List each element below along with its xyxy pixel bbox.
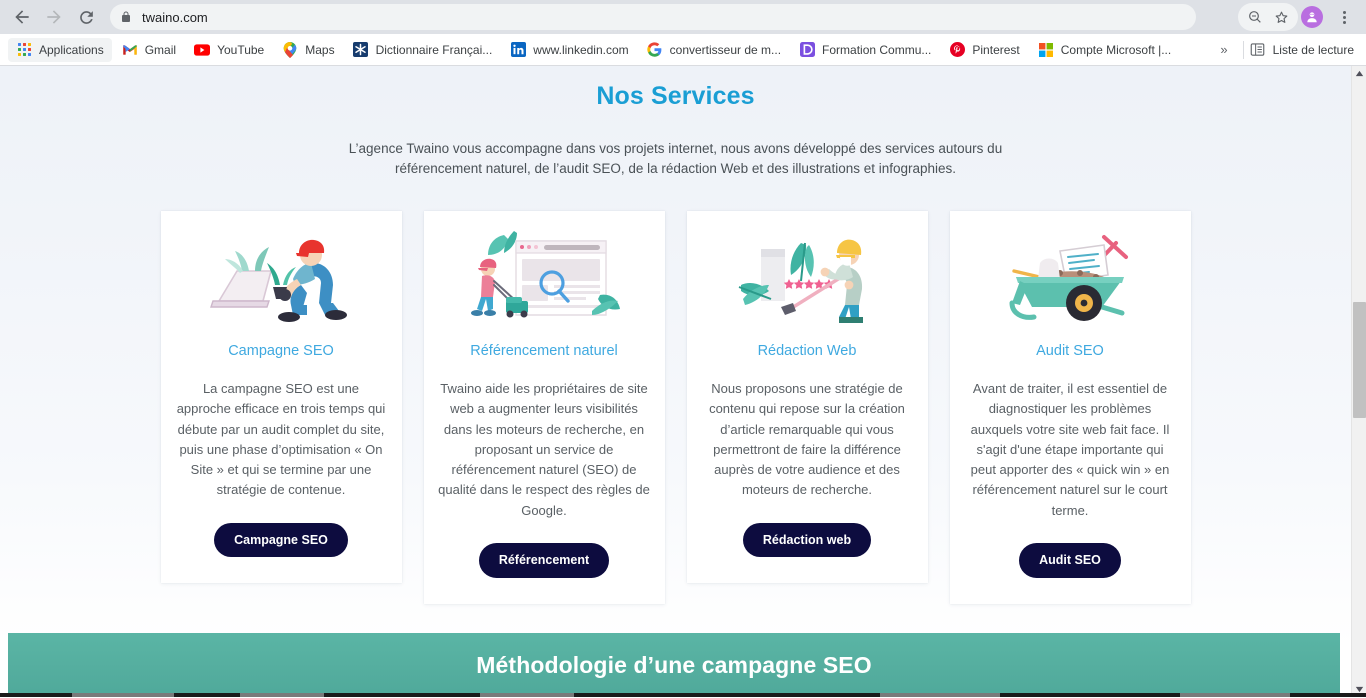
page-viewport: Nos Services L’agence Twaino vous accomp… — [0, 66, 1366, 697]
trimmer-worker-stars-illustration — [717, 225, 897, 329]
reload-icon — [79, 10, 93, 24]
address-bar[interactable]: twaino.com — [110, 4, 1196, 30]
bookmark-maps[interactable]: Maps — [274, 38, 342, 62]
service-card-audit-seo[interactable]: Audit SEO Avant de traiter, il est essen… — [949, 211, 1191, 604]
reading-list-label[interactable]: Liste de lecture — [1273, 43, 1354, 57]
bookmark-label: YouTube — [217, 42, 265, 57]
bookmark-pinterest[interactable]: Pinterest — [941, 38, 1027, 62]
divider — [1242, 40, 1244, 59]
service-card-campagne-seo[interactable]: Campagne SEO La campagne SEO est une app… — [160, 211, 402, 584]
bookmark-label: www.linkedin.com — [533, 42, 629, 57]
card-description: Avant de traiter, il est essentiel de di… — [970, 381, 1170, 518]
bookmark-youtube[interactable]: YouTube — [186, 38, 272, 62]
linkedin-icon — [510, 42, 526, 58]
bookmark-label: Applications — [39, 42, 104, 57]
scrollbar-thumb[interactable] — [1353, 302, 1366, 418]
bookmark-label: Compte Microsoft |... — [1060, 42, 1172, 57]
apps-grid-icon — [16, 42, 32, 58]
dictionary-icon — [353, 42, 369, 58]
bookmark-gmail[interactable]: Gmail — [114, 38, 184, 62]
youtube-icon — [194, 42, 211, 58]
bookmark-linkedin[interactable]: www.linkedin.com — [502, 38, 636, 62]
bookmark-label: Pinterest — [972, 42, 1020, 57]
microsoft-icon — [1038, 42, 1054, 58]
address-bar-url: twaino.com — [142, 9, 208, 25]
browser-chrome: twaino.com Applications Gmail YouTube Ma… — [0, 0, 1366, 66]
service-card-referencement-naturel[interactable]: Référencement naturel Twaino aide les pr… — [423, 211, 665, 604]
bookmark-convertisseur[interactable]: convertisseur de m... — [639, 38, 789, 62]
profile-avatar[interactable] — [1301, 6, 1323, 28]
bookmark-dictionnaire[interactable]: Dictionnaire Françai... — [345, 38, 501, 62]
bookmark-star-icon[interactable] — [1268, 4, 1294, 30]
card-description: Twaino aide les propriétaires de site we… — [438, 381, 650, 518]
card-title: Rédaction Web — [757, 343, 857, 359]
reload-button[interactable] — [72, 3, 100, 31]
audit-seo-button[interactable]: Audit SEO — [1019, 543, 1121, 578]
forward-arrow-icon — [47, 10, 61, 24]
forward-button[interactable] — [40, 3, 68, 31]
bookmark-label: convertisseur de m... — [669, 42, 782, 57]
zoom-out-icon[interactable] — [1242, 4, 1268, 30]
bookmark-label: Maps — [305, 42, 335, 57]
wheelbarrow-laptop-tools-illustration — [980, 225, 1160, 329]
lawnmower-browser-search-illustration — [454, 225, 634, 329]
page-title: Nos Services — [596, 82, 755, 110]
card-title: Référencement naturel — [470, 343, 618, 359]
back-button[interactable] — [8, 3, 36, 31]
formation-icon — [799, 42, 815, 58]
card-description: La campagne SEO est une approche efficac… — [176, 381, 386, 498]
google-maps-icon — [282, 41, 298, 58]
bookmark-formation[interactable]: Formation Commu... — [791, 38, 939, 62]
methodologie-banner: Méthodologie d’une campagne SEO — [8, 633, 1340, 697]
lock-icon — [120, 10, 132, 24]
google-icon — [647, 42, 663, 58]
card-description: Nous proposons une stratégie de contenu … — [709, 381, 905, 498]
card-title: Campagne SEO — [228, 343, 334, 359]
bookmarks-bar: Applications Gmail YouTube Maps Dictionn… — [0, 34, 1366, 66]
scroll-up-arrow-icon[interactable] — [1352, 66, 1366, 81]
omnibox-actions — [1238, 3, 1298, 31]
redaction-web-button[interactable]: Rédaction web — [742, 522, 872, 558]
service-cards-row: Campagne SEO La campagne SEO est une app… — [0, 211, 1351, 604]
bookmark-label: Formation Commu... — [822, 42, 932, 57]
taskbar-sliver — [0, 693, 1366, 697]
bookmark-applications[interactable]: Applications — [8, 37, 112, 62]
back-arrow-icon — [15, 10, 29, 24]
banner-title: Méthodologie d’une campagne SEO — [476, 651, 872, 678]
browser-toolbar: twaino.com — [0, 0, 1366, 34]
bookmark-compte-microsoft[interactable]: Compte Microsoft |... — [1030, 38, 1179, 62]
gmail-icon — [122, 42, 138, 58]
referencement-button[interactable]: Référencement — [478, 543, 610, 578]
bookmarks-overflow-button[interactable]: » — [1210, 42, 1236, 57]
services-section: Nos Services L’agence Twaino vous accomp… — [0, 66, 1351, 697]
card-title: Audit SEO — [1036, 343, 1104, 359]
page-scrollbar[interactable] — [1351, 66, 1366, 697]
pinterest-icon — [949, 42, 965, 58]
bookmark-label: Dictionnaire Françai... — [375, 42, 493, 57]
campagne-seo-button[interactable]: Campagne SEO — [214, 522, 348, 558]
service-card-redaction-web[interactable]: Rédaction Web Nous proposons une stratég… — [686, 211, 928, 584]
chrome-menu-button[interactable] — [1330, 3, 1358, 31]
reading-list-icon[interactable] — [1250, 42, 1266, 58]
kebab-icon — [1342, 10, 1346, 24]
bookmark-label: Gmail — [144, 42, 177, 57]
section-intro-text: L’agence Twaino vous accompagne dans vos… — [348, 141, 1003, 176]
bookmarks-bar-right: » Liste de lecture — [1210, 40, 1358, 59]
gardener-planting-laptop-illustration — [191, 225, 371, 329]
